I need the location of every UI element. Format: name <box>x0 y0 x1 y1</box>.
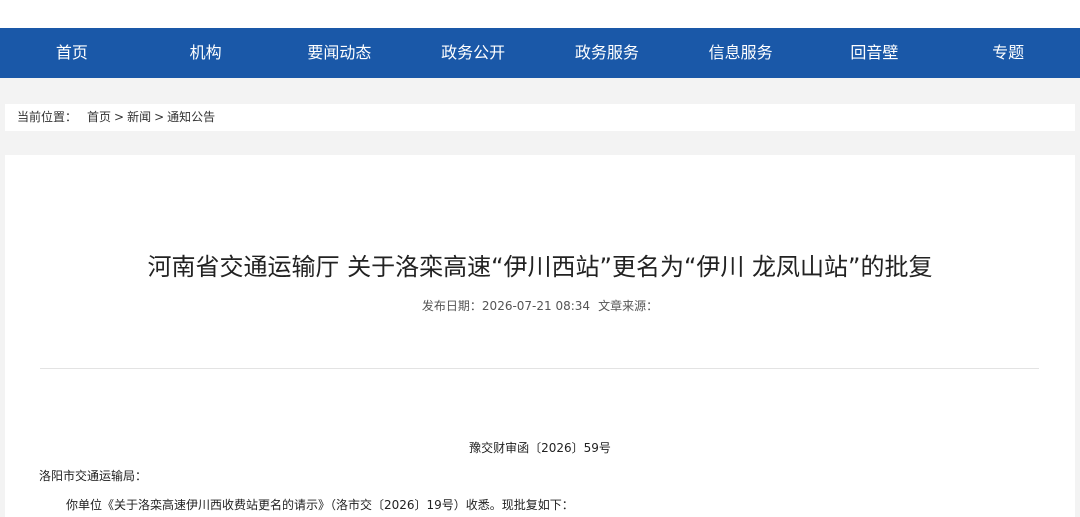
addressee: 洛阳市交通运输局： <box>39 469 148 483</box>
article-container: 河南省交通运输厅 关于洛栾高速“伊川西站”更名为“伊川 龙凤山站”的批复 发布日… <box>5 155 1075 517</box>
nav-item-gov-services[interactable]: 政务服务 <box>540 28 673 78</box>
breadcrumb-label: 当前位置： <box>17 110 78 124</box>
divider <box>40 368 1039 369</box>
nav-item-home[interactable]: 首页 <box>5 28 138 78</box>
publish-date-label: 发布日期： <box>421 299 482 313</box>
document-number: 豫交财审函〔2026〕59号 <box>469 441 611 455</box>
breadcrumb-home[interactable]: 首页 <box>87 110 111 124</box>
nav-item-gov-affairs-public[interactable]: 政务公开 <box>407 28 540 78</box>
nav-item-feedback-wall[interactable]: 回音壁 <box>808 28 941 78</box>
breadcrumb-notices[interactable]: 通知公告 <box>167 110 215 124</box>
body-paragraph: 你单位《关于洛栾高速伊川西收费站更名的请示》（洛市交〔2026〕19号）收悉。现… <box>66 498 574 512</box>
article-meta: 发布日期：2026-07-21 08:34 文章来源： <box>5 298 1075 314</box>
breadcrumb-separator: > <box>154 110 165 124</box>
nav-item-info-services[interactable]: 信息服务 <box>674 28 807 78</box>
source-label: 文章来源： <box>598 299 659 313</box>
nav-item-news[interactable]: 要闻动态 <box>273 28 406 78</box>
nav-item-topics[interactable]: 专题 <box>942 28 1075 78</box>
article-title: 河南省交通运输厅 关于洛栾高速“伊川西站”更名为“伊川 龙凤山站”的批复 <box>147 253 933 281</box>
breadcrumb-separator: > <box>114 110 125 124</box>
publish-date: 2026-07-21 08:34 <box>481 299 591 313</box>
breadcrumb-news[interactable]: 新闻 <box>127 110 151 124</box>
nav-item-organization[interactable]: 机构 <box>139 28 272 78</box>
breadcrumb: 当前位置： 首页 > 新闻 > 通知公告 <box>5 104 1075 131</box>
main-nav: 首页 机构 要闻动态 政务公开 政务服务 信息服务 回音壁 专题 <box>0 28 1080 78</box>
top-strip <box>0 0 1080 28</box>
